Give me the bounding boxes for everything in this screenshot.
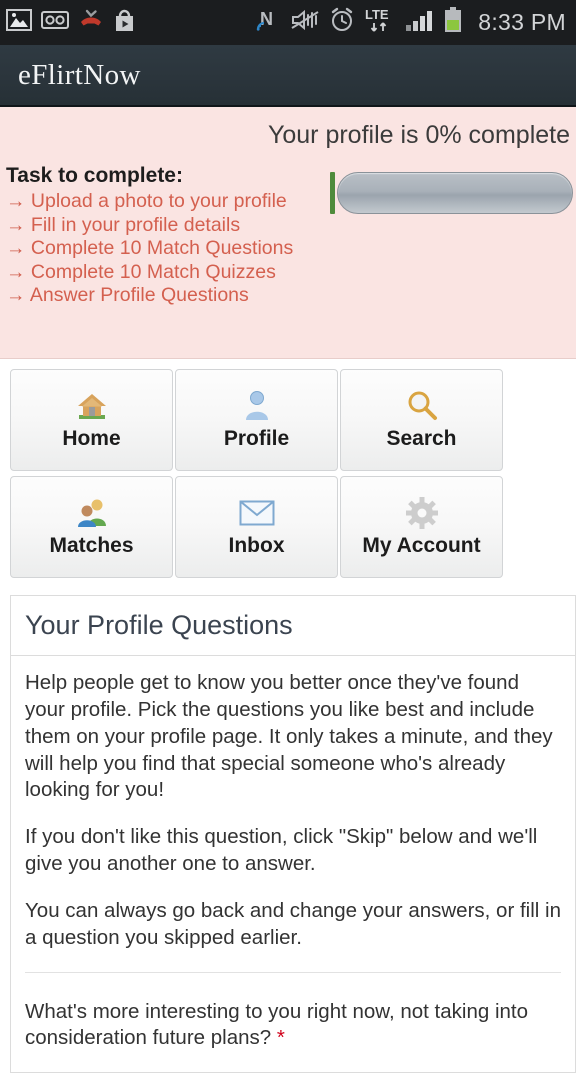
play-store-icon xyxy=(113,9,136,37)
status-bar-notification-icons xyxy=(6,9,136,37)
task-label: Answer Profile Questions xyxy=(29,284,249,307)
progressbar-fill xyxy=(330,172,335,214)
task-label: Upload a photo to your profile xyxy=(30,190,287,212)
divider xyxy=(25,971,561,973)
battery-icon xyxy=(444,7,462,38)
nav-button-label: Inbox xyxy=(228,534,285,557)
svg-text:LTE: LTE xyxy=(365,7,389,22)
nav-button-matches[interactable]: Matches xyxy=(10,476,173,578)
nfc-icon: N xyxy=(255,7,281,38)
arrow-icon: → xyxy=(6,237,26,260)
lte-icon: LTE xyxy=(364,6,396,39)
vibrate-mute-icon xyxy=(290,8,320,37)
voicemail-icon xyxy=(41,10,69,35)
task-link-upload-photo[interactable]: → Upload a photo to your profile xyxy=(6,190,330,213)
nav-button-inbox[interactable]: Inbox xyxy=(175,476,338,578)
envelope-icon xyxy=(239,496,275,530)
missed-call-icon xyxy=(78,9,104,36)
android-status-bar: N LTE 8:33 PM xyxy=(0,0,576,45)
panel-body: Help people get to know you better once … xyxy=(11,656,575,1072)
nav-button-home[interactable]: Home xyxy=(10,369,173,471)
people-group-icon xyxy=(75,496,109,530)
arrow-icon: → xyxy=(6,190,26,212)
status-bar-clock: 8:33 PM xyxy=(478,9,566,35)
skip-paragraph: If you don't like this question, click "… xyxy=(25,825,538,876)
profile-question-prompt: What's more interesting to you right now… xyxy=(25,999,561,1073)
nav-button-my-account[interactable]: My Account xyxy=(340,476,503,578)
alarm-icon xyxy=(329,7,355,38)
task-link-match-questions[interactable]: → Complete 10 Match Questions xyxy=(6,237,330,260)
arrow-icon: → xyxy=(6,260,26,283)
task-label: Complete 10 Match Quizzes xyxy=(30,260,276,283)
task-label: Fill in your profile details xyxy=(30,213,241,236)
intro-paragraph: Help people get to know you better once … xyxy=(25,671,553,802)
image-icon xyxy=(6,9,32,36)
task-list-title: Task to complete: xyxy=(6,164,183,187)
profile-completion-text: Your profile is 0% complete xyxy=(267,121,570,149)
arrow-icon: → xyxy=(6,284,26,307)
gear-icon xyxy=(405,496,438,530)
task-link-profile-details[interactable]: → Fill in your profile details xyxy=(6,214,330,237)
task-link-profile-questions[interactable]: → Answer Profile Questions xyxy=(6,284,330,307)
required-marker: * xyxy=(276,1026,285,1050)
revisit-paragraph: You can always go back and change your a… xyxy=(25,898,561,949)
nav-button-label: Home xyxy=(62,427,121,450)
status-bar-system-icons: N LTE 8:33 PM xyxy=(255,6,566,39)
profile-questions-panel: Your Profile Questions Help people get t… xyxy=(10,595,576,1073)
nav-button-profile[interactable]: Profile xyxy=(175,369,338,471)
nav-button-search[interactable]: Search xyxy=(340,369,503,471)
task-link-match-quizzes[interactable]: → Complete 10 Match Quizzes xyxy=(6,261,330,284)
magnifier-icon xyxy=(406,389,438,423)
app-title: eFlirtNow xyxy=(18,58,141,91)
nav-button-label: My Account xyxy=(362,534,481,557)
profile-completion-panel: Your profile is 0% complete Task to comp… xyxy=(0,107,576,359)
signal-icon xyxy=(405,8,435,37)
app-header: eFlirtNow xyxy=(0,45,576,107)
arrow-icon: → xyxy=(6,213,26,236)
main-navigation-grid: Home Profile Search Matches Inbox My Acc… xyxy=(0,359,510,583)
nav-button-label: Profile xyxy=(223,427,290,450)
nav-button-label: Search xyxy=(386,427,457,450)
task-label: Complete 10 Match Questions xyxy=(30,237,294,260)
task-list: Task to complete: → Upload a photo to yo… xyxy=(0,150,330,307)
profile-completion-progressbar xyxy=(330,172,573,214)
house-icon xyxy=(75,389,109,423)
progressbar-track xyxy=(337,172,573,214)
person-icon xyxy=(242,389,272,423)
page-title: Your Profile Questions xyxy=(25,610,293,640)
panel-header: Your Profile Questions xyxy=(11,596,575,656)
svg-text:N: N xyxy=(260,9,273,29)
nav-button-label: Matches xyxy=(49,534,134,557)
